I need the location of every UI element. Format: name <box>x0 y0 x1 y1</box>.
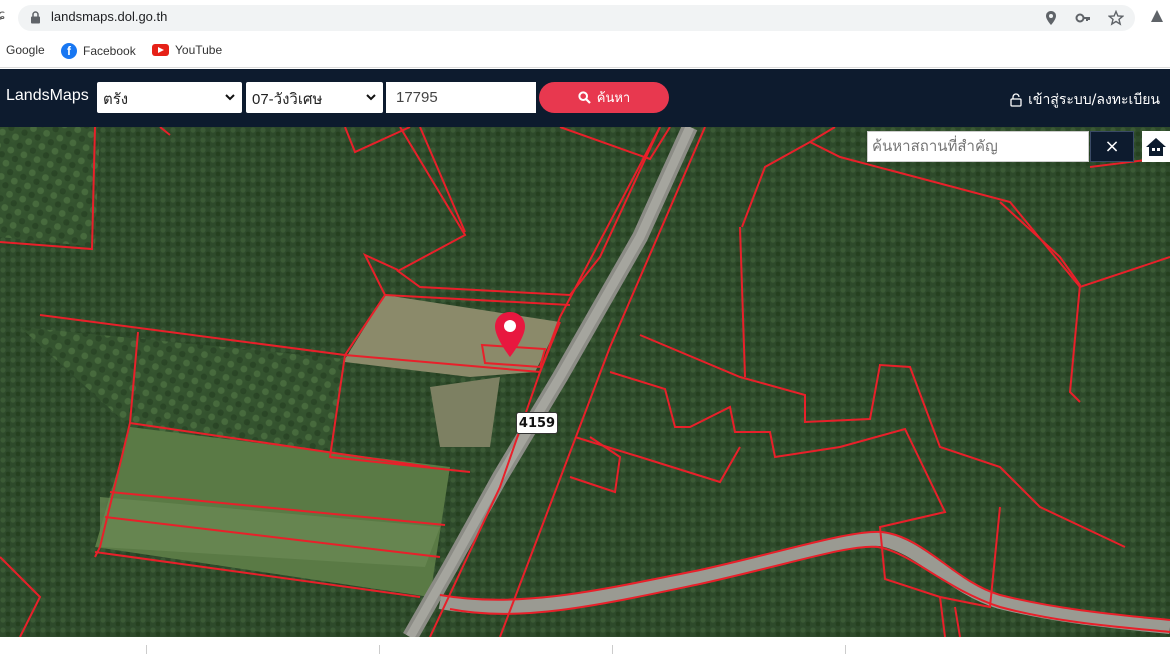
close-button[interactable]: × <box>1090 131 1134 162</box>
lock-icon <box>31 11 40 24</box>
browser-toolbar: ɕ landsmaps.dol.go.th <box>0 0 1170 36</box>
profile-icon[interactable] <box>1150 9 1164 23</box>
location-icon[interactable] <box>1043 10 1059 26</box>
login-label: เข้าสู่ระบบ/ลงทะเบียน <box>1028 92 1160 108</box>
place-search-input[interactable] <box>867 131 1089 162</box>
footer-divider <box>379 645 380 654</box>
parcel-number-input[interactable] <box>386 82 536 113</box>
bookmark-facebook[interactable]: f Facebook <box>61 43 136 59</box>
reload-icon[interactable]: ɕ <box>0 8 5 23</box>
bookmark-label: Facebook <box>83 44 136 58</box>
footer-strip <box>0 637 1170 654</box>
close-icon: × <box>1104 136 1120 157</box>
road-number-label: 4159 <box>516 412 558 434</box>
address-bar[interactable]: landsmaps.dol.go.th <box>18 5 1135 31</box>
home-button[interactable] <box>1142 131 1170 162</box>
youtube-icon <box>152 44 169 56</box>
bookmark-google[interactable]: Google <box>6 43 45 57</box>
chevron-down-icon <box>366 94 376 101</box>
chevron-down-icon <box>225 94 235 101</box>
search-button-label: ค้นหา <box>596 91 631 106</box>
search-icon <box>578 91 591 104</box>
district-value: 07-วังวิเศษ <box>252 91 323 108</box>
footer-divider <box>612 645 613 654</box>
map-imagery <box>0 127 1170 637</box>
login-link[interactable]: เข้าสู่ระบบ/ลงทะเบียน <box>1010 89 1160 111</box>
star-icon[interactable] <box>1108 10 1124 26</box>
footer-divider <box>146 645 147 654</box>
bookmarks-bar: Google f Facebook YouTube <box>0 36 1170 68</box>
url-text: landsmaps.dol.go.th <box>51 9 168 24</box>
satellite-map[interactable] <box>0 127 1170 637</box>
unlock-icon <box>1010 93 1022 107</box>
province-value: ตรัง <box>103 91 129 108</box>
key-icon[interactable] <box>1075 10 1091 26</box>
footer-divider <box>845 645 846 654</box>
facebook-icon: f <box>61 43 77 59</box>
district-select[interactable]: 07-วังวิเศษ <box>246 82 383 113</box>
location-pin-icon[interactable] <box>493 311 527 359</box>
search-button[interactable]: ค้นหา <box>539 82 669 113</box>
app-logo[interactable]: LandsMaps <box>6 87 89 105</box>
province-select[interactable]: ตรัง <box>97 82 242 113</box>
bookmark-label: Google <box>6 43 45 57</box>
bookmark-label: YouTube <box>175 43 223 57</box>
home-icon <box>1146 137 1166 156</box>
bookmark-youtube[interactable]: YouTube <box>152 43 222 57</box>
